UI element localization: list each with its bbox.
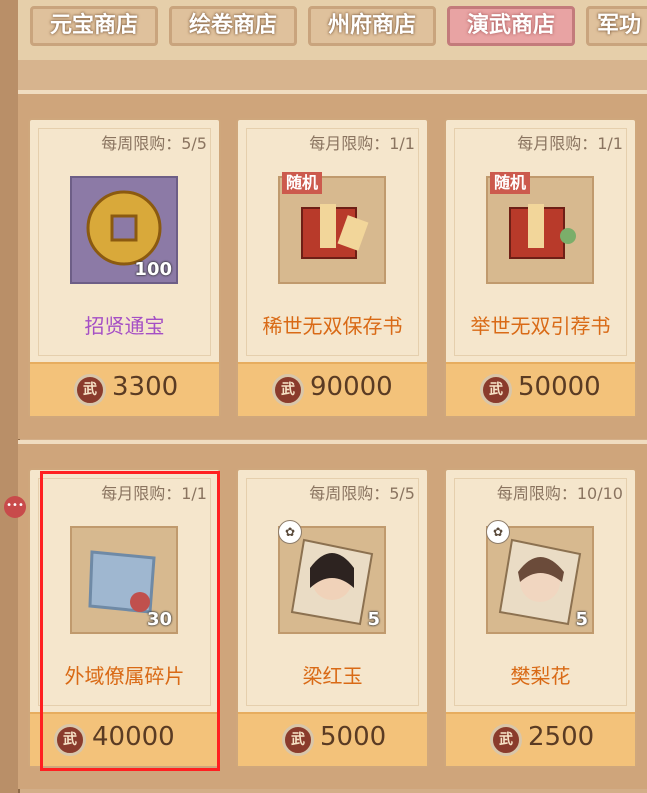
item-name: 招贤通宝	[84, 314, 165, 338]
chat-bubble-icon[interactable]: •••	[4, 496, 26, 518]
item-name: 稀世无双保存书	[262, 314, 403, 338]
tab-yanwu-shop[interactable]: 演武商店	[447, 6, 575, 46]
price-bar: 武 90000	[238, 362, 427, 416]
item-name: 举世无双引荐书	[470, 314, 611, 338]
currency-coin-icon: 武	[74, 374, 106, 406]
left-rail	[0, 0, 20, 793]
tab-zhoufu-shop[interactable]: 州府商店	[308, 6, 436, 46]
tab-strip-edge	[18, 60, 647, 90]
purchase-limit: 每周限购：10/10	[496, 484, 623, 503]
currency-coin-icon: 武	[480, 374, 512, 406]
item-price: 3300	[112, 372, 179, 402]
random-badge: 随机	[490, 172, 531, 194]
tab-huijuan-shop[interactable]: 绘卷商店	[169, 6, 297, 46]
item-quantity: 100	[134, 259, 172, 280]
shop-item-card[interactable]: 每月限购：1/1 随机 稀世无双保存书 武 90000	[236, 118, 429, 418]
purchase-limit: 每月限购：1/1	[517, 134, 623, 153]
currency-coin-icon: 武	[272, 374, 304, 406]
item-price: 2500	[528, 722, 595, 752]
item-name: 樊梨花	[510, 664, 571, 688]
currency-coin-icon: 武	[282, 724, 314, 756]
item-quantity: 5	[367, 609, 380, 630]
item-price: 5000	[320, 722, 387, 752]
tab-jungong-shop[interactable]: 军功	[586, 6, 647, 46]
price-bar: 武 5000	[238, 712, 427, 766]
item-name: 梁红玉	[302, 664, 363, 688]
shelf-row-1: 每周限购：5/5 100 招贤通宝 武 3300 每月限购：1/1 随机 稀世无…	[18, 90, 647, 439]
currency-coin-icon: 武	[490, 724, 522, 756]
price-bar: 武 3300	[30, 362, 219, 416]
tab-yuanbao-shop[interactable]: 元宝商店	[30, 6, 158, 46]
shop-item-card[interactable]: 每周限购：5/5 100 招贤通宝 武 3300	[28, 118, 221, 418]
random-badge: 随机	[282, 172, 323, 194]
shop-tabs: 元宝商店 绘卷商店 州府商店 演武商店 军功	[18, 0, 647, 63]
price-bar: 武 50000	[446, 362, 635, 416]
selection-highlight	[40, 471, 220, 771]
shop-item-card[interactable]: 每周限购：10/10 5 ✿ 樊梨花 武 2500	[444, 468, 637, 768]
price-bar: 武 2500	[446, 712, 635, 766]
fan-icon: ✿	[486, 520, 510, 544]
purchase-limit: 每周限购：5/5	[101, 134, 207, 153]
shop-item-card[interactable]: 每周限购：5/5 5 ✿ 梁红玉 武 5000	[236, 468, 429, 768]
item-icon-frame: 100	[70, 176, 178, 284]
item-price: 90000	[310, 372, 393, 402]
shop-item-card[interactable]: 每月限购：1/1 随机 举世无双引荐书 武 50000	[444, 118, 637, 418]
purchase-limit: 每周限购：5/5	[309, 484, 415, 503]
item-quantity: 5	[575, 609, 588, 630]
fan-icon: ✿	[278, 520, 302, 544]
item-price: 50000	[518, 372, 601, 402]
purchase-limit: 每月限购：1/1	[309, 134, 415, 153]
